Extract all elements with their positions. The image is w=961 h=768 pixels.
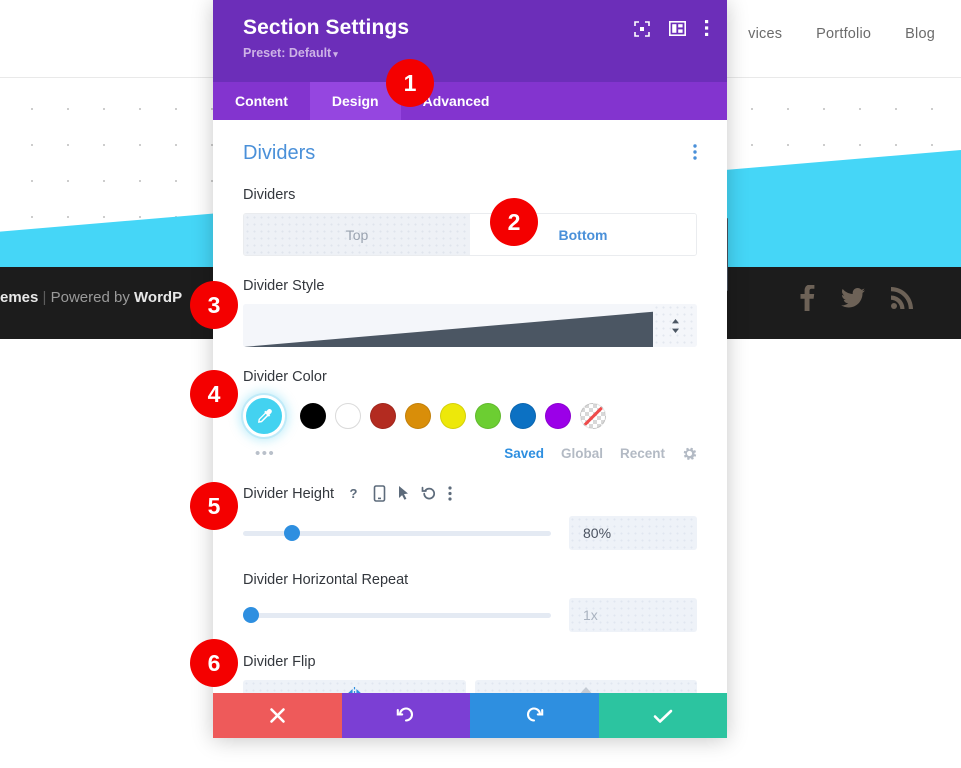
sort-arrows-icon[interactable] bbox=[653, 304, 697, 347]
help-icon[interactable]: ? bbox=[345, 485, 362, 502]
swatch-black[interactable] bbox=[300, 403, 326, 429]
divider-repeat-slider[interactable] bbox=[243, 607, 551, 623]
footer-credit-text: emes | Powered by WordP bbox=[0, 289, 182, 306]
social-links bbox=[799, 285, 913, 311]
swatch-purple[interactable] bbox=[545, 403, 571, 429]
field-label-divider-horizontal-repeat: Divider Horizontal Repeat bbox=[243, 572, 409, 588]
eyedropper-icon[interactable] bbox=[243, 395, 285, 437]
footer-wordpress: WordP bbox=[134, 289, 183, 306]
annotation-badge-6: 6 bbox=[190, 639, 238, 687]
twitter-icon[interactable] bbox=[841, 288, 865, 308]
swatch-blue[interactable] bbox=[510, 403, 536, 429]
field-dividers: Dividers Top Bottom bbox=[243, 187, 697, 256]
dividers-option-top[interactable]: Top bbox=[244, 214, 470, 255]
field-label-divider-height: Divider Height bbox=[243, 485, 335, 502]
section-settings-modal: Section Settings Preset: Default ▾ Conte… bbox=[213, 0, 727, 738]
section-kebab-menu-icon[interactable] bbox=[693, 144, 697, 163]
flip-vertical-icon[interactable] bbox=[474, 680, 697, 693]
divider-flip-buttons bbox=[243, 680, 697, 693]
footer-powered-by: Powered by bbox=[50, 289, 130, 306]
modal-body: Dividers Dividers Top Bottom Divider Sty… bbox=[213, 120, 727, 693]
slider-track bbox=[243, 613, 551, 618]
divider-style-preview bbox=[243, 304, 653, 347]
section-title-dividers: Dividers bbox=[243, 142, 316, 164]
field-label-divider-color: Divider Color bbox=[243, 369, 327, 385]
color-swatch-row bbox=[243, 395, 697, 437]
field-divider-height: Divider Height ? 80% bbox=[243, 485, 697, 550]
annotation-badge-1: 1 bbox=[386, 59, 434, 107]
checkmark-icon bbox=[653, 708, 673, 724]
annotation-badge-2: 2 bbox=[490, 198, 538, 246]
divider-height-slider[interactable] bbox=[243, 525, 551, 541]
modal-footer-actions bbox=[213, 693, 727, 738]
cancel-button[interactable] bbox=[213, 693, 342, 738]
preset-label: Preset: Default bbox=[243, 46, 332, 60]
field-label-divider-flip: Divider Flip bbox=[243, 654, 316, 670]
divider-repeat-slider-row: 1x bbox=[243, 598, 697, 632]
swatch-orange[interactable] bbox=[405, 403, 431, 429]
color-tab-saved[interactable]: Saved bbox=[504, 446, 544, 461]
slider-thumb[interactable] bbox=[284, 525, 301, 541]
kebab-menu-icon[interactable] bbox=[705, 20, 709, 37]
swatch-yellow[interactable] bbox=[440, 403, 466, 429]
redo-icon bbox=[525, 706, 544, 725]
divider-height-value[interactable]: 80% bbox=[569, 516, 697, 550]
swatch-white[interactable] bbox=[335, 403, 361, 429]
screen: vices Portfolio Blog emes | Powered by W… bbox=[0, 0, 961, 768]
slider-thumb[interactable] bbox=[243, 607, 259, 623]
flip-horizontal-icon[interactable] bbox=[243, 680, 466, 693]
layout-panel-icon[interactable] bbox=[669, 21, 686, 36]
gear-icon[interactable] bbox=[682, 446, 697, 461]
annotation-badge-5: 5 bbox=[190, 482, 238, 530]
swatch-dark-red[interactable] bbox=[370, 403, 396, 429]
more-colors-icon[interactable]: ••• bbox=[243, 445, 275, 462]
redo-button[interactable] bbox=[470, 693, 599, 738]
swatch-green[interactable] bbox=[475, 403, 501, 429]
annotation-badge-3: 3 bbox=[190, 281, 238, 329]
preset-selector[interactable]: Preset: Default ▾ bbox=[243, 46, 705, 60]
nav-links: vices Portfolio Blog bbox=[748, 26, 935, 42]
divider-height-header: Divider Height ? bbox=[243, 485, 697, 502]
responsive-mobile-icon[interactable] bbox=[373, 485, 386, 502]
field-divider-flip: Divider Flip bbox=[243, 654, 697, 693]
field-label-dividers: Dividers bbox=[243, 187, 296, 203]
field-divider-style: Divider Style bbox=[243, 278, 697, 347]
nav-link-blog[interactable]: Blog bbox=[905, 26, 935, 42]
field-divider-horizontal-repeat: Divider Horizontal Repeat 1x bbox=[243, 572, 697, 632]
divider-repeat-value[interactable]: 1x bbox=[569, 598, 697, 632]
tab-content[interactable]: Content bbox=[213, 82, 310, 120]
header-icon-group bbox=[634, 20, 709, 37]
color-tab-global[interactable]: Global bbox=[561, 446, 603, 461]
nav-link-portfolio[interactable]: Portfolio bbox=[816, 26, 871, 42]
color-swatch-footer: ••• Saved Global Recent bbox=[243, 443, 697, 463]
undo-button[interactable] bbox=[341, 693, 470, 738]
hover-cursor-icon[interactable] bbox=[397, 485, 410, 502]
color-source-tabs: Saved Global Recent bbox=[504, 446, 697, 461]
divider-height-slider-row: 80% bbox=[243, 516, 697, 550]
save-button[interactable] bbox=[598, 693, 727, 738]
focus-icon[interactable] bbox=[634, 20, 650, 37]
facebook-icon[interactable] bbox=[799, 285, 815, 311]
field-divider-color: Divider Color ••• Saved Global Recent bbox=[243, 369, 697, 463]
footer-theme-name: emes bbox=[0, 289, 39, 306]
rss-icon[interactable] bbox=[891, 287, 913, 309]
close-icon bbox=[269, 707, 286, 724]
field-label-divider-style: Divider Style bbox=[243, 278, 325, 294]
svg-text:?: ? bbox=[350, 486, 358, 501]
kebab-menu-icon[interactable] bbox=[448, 486, 452, 501]
section-header: Dividers bbox=[243, 142, 697, 165]
annotation-badge-4: 4 bbox=[190, 370, 238, 418]
reset-icon[interactable] bbox=[421, 486, 437, 502]
dividers-toggle-group: Top Bottom bbox=[243, 213, 697, 256]
swatch-transparent[interactable] bbox=[580, 403, 606, 429]
color-tab-recent[interactable]: Recent bbox=[620, 446, 665, 461]
modal-tabs: Content Design Advanced bbox=[213, 82, 727, 120]
chevron-down-icon: ▾ bbox=[333, 49, 338, 59]
modal-header: Section Settings Preset: Default ▾ bbox=[213, 0, 727, 82]
footer-separator: | bbox=[42, 289, 47, 306]
divider-style-select[interactable] bbox=[243, 304, 697, 347]
nav-link-services[interactable]: vices bbox=[748, 26, 782, 42]
undo-icon bbox=[396, 706, 415, 725]
slant-shape-icon bbox=[243, 311, 653, 347]
